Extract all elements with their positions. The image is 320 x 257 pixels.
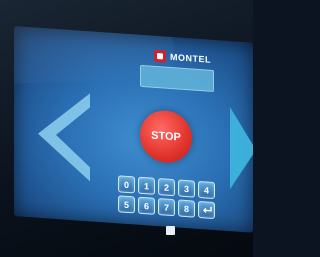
arrow-right-icon[interactable] (228, 105, 253, 193)
numeric-keypad: 0 1 2 3 4 5 6 7 8 (118, 175, 215, 220)
keypad-key-label: 4 (203, 184, 209, 196)
stop-button[interactable]: STOP (140, 108, 192, 165)
keypad-key-label: 1 (143, 180, 149, 191)
keypad-key-0[interactable]: 0 (118, 175, 135, 194)
keypad-key-label: 3 (183, 183, 189, 194)
keypad-key-4[interactable]: 4 (198, 180, 215, 200)
keypad-key-label: 2 (163, 181, 169, 193)
keypad-key-6[interactable]: 6 (138, 196, 155, 215)
keypad-key-label: 5 (123, 199, 129, 210)
keypad-key-2[interactable]: 2 (158, 178, 175, 197)
stop-button-label: STOP (151, 129, 181, 144)
brand-logo-icon (154, 49, 166, 63)
keypad-key-8[interactable]: 8 (178, 199, 195, 218)
enter-key[interactable] (198, 200, 215, 220)
arrow-left-icon[interactable] (36, 88, 92, 184)
keypad-key-label: 8 (183, 203, 189, 214)
keypad-key-label: 6 (143, 200, 149, 211)
brand-name: MONTEL (170, 51, 211, 65)
keypad-key-5[interactable]: 5 (118, 195, 135, 214)
enter-icon (202, 206, 212, 213)
home-button-icon[interactable] (166, 226, 175, 235)
keypad-key-7[interactable]: 7 (158, 198, 175, 217)
keypad-key-label: 0 (123, 179, 129, 190)
keypad-key-label: 7 (163, 201, 169, 213)
status-panel (140, 64, 214, 92)
keypad-key-3[interactable]: 3 (178, 179, 195, 198)
keypad-key-1[interactable]: 1 (138, 176, 155, 195)
touch-screen: MONTEL STOP 0 1 2 3 4 5 6 7 8 (14, 26, 253, 233)
